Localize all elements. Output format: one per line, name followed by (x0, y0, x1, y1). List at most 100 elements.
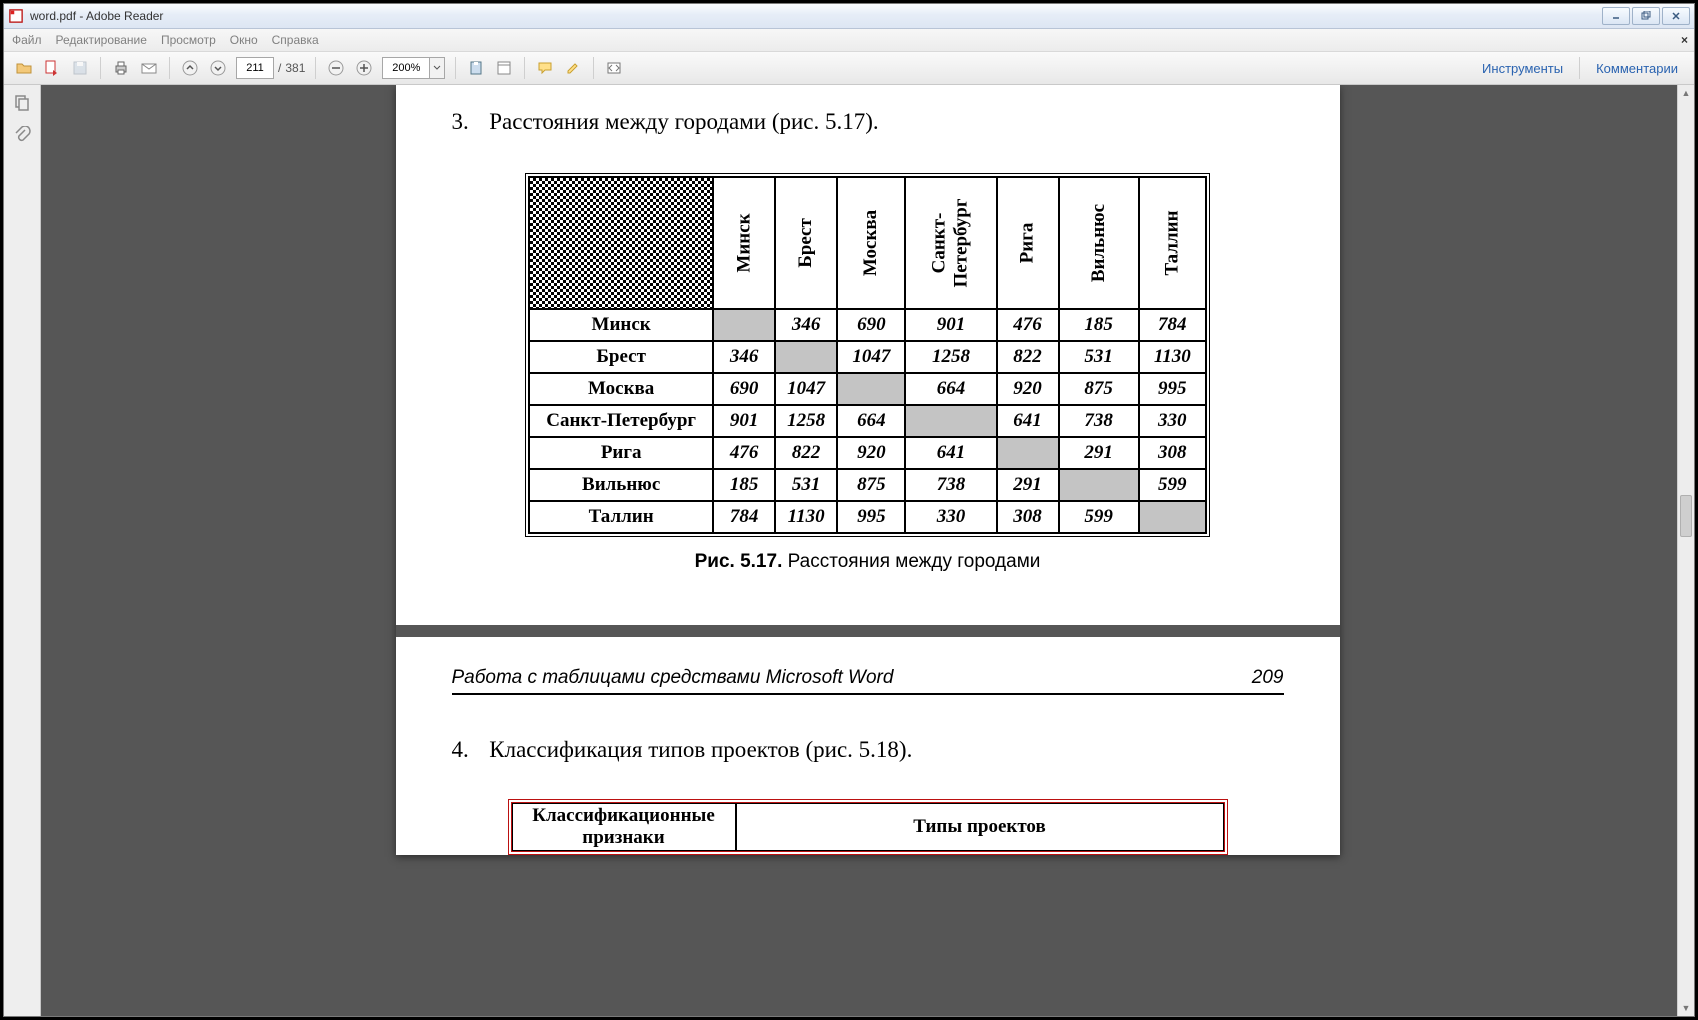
page-input[interactable] (236, 57, 274, 79)
table-cell: 330 (905, 501, 996, 533)
menu-help[interactable]: Справка (272, 33, 319, 47)
table-cell (1139, 501, 1206, 533)
runner-title: Работа с таблицами средствами Microsoft … (452, 667, 894, 689)
row-header: Санкт-Петербург (529, 405, 713, 437)
table-cell: 1047 (837, 341, 905, 373)
table-cell: 738 (905, 469, 996, 501)
menu-window[interactable]: Окно (230, 33, 258, 47)
close-button[interactable] (1662, 7, 1690, 25)
table-cell: 1130 (775, 501, 837, 533)
runner-page-number: 209 (1252, 667, 1284, 689)
app-icon (8, 8, 24, 24)
zoom-dropdown[interactable] (430, 57, 445, 79)
save-copy-button[interactable] (464, 56, 488, 80)
table-cell: 531 (775, 469, 837, 501)
distance-table: МинскБрестМоскваСанкт- ПетербургРигаВиль… (525, 173, 1210, 537)
table-518-wrap: Классификационные признаки Типы проектов (452, 799, 1284, 855)
page-down-button[interactable] (206, 56, 230, 80)
toolbar-right: Инструменты Комментарии (1472, 57, 1688, 79)
open-button[interactable] (12, 56, 36, 80)
column-header: Вильнюс (1059, 177, 1139, 309)
table-cell: 599 (1139, 469, 1206, 501)
vertical-scrollbar[interactable]: ▲ ▼ (1677, 85, 1694, 1016)
tools-link[interactable]: Инструменты (1482, 61, 1563, 76)
maximize-button[interactable] (1632, 7, 1660, 25)
page-viewport[interactable]: 3. Расстояния между городами (рис. 5.17)… (41, 85, 1694, 1016)
item-text: Классификация типов проектов (рис. 5.18)… (489, 737, 912, 762)
table-cell: 784 (713, 501, 775, 533)
item-number: 4. (452, 737, 484, 763)
row-header: Вильнюс (529, 469, 713, 501)
page-total: 381 (285, 61, 305, 75)
table-cell: 330 (1139, 405, 1206, 437)
save-button[interactable] (68, 56, 92, 80)
email-button[interactable] (137, 56, 161, 80)
zoom-box (382, 57, 445, 79)
page-up-button[interactable] (178, 56, 202, 80)
menu-view[interactable]: Просмотр (161, 33, 216, 47)
classification-table: Классификационные признаки Типы проектов (508, 799, 1228, 855)
page-number-box: / 381 (236, 57, 305, 79)
table-cell: 995 (1139, 373, 1206, 405)
item-number: 3. (452, 109, 484, 135)
table-cell: 822 (775, 437, 837, 469)
table-cell: 784 (1139, 309, 1206, 341)
table-cell: 476 (713, 437, 775, 469)
page-gap (396, 625, 1340, 637)
app-window: word.pdf - Adobe Reader Файл Редактирова… (3, 3, 1695, 1017)
table-cell: 1047 (775, 373, 837, 405)
menu-file[interactable]: Файл (12, 33, 42, 47)
read-mode-button[interactable] (602, 56, 626, 80)
table-cell (905, 405, 996, 437)
pdf-page: 3. Расстояния между городами (рис. 5.17)… (396, 85, 1340, 855)
row-header: Брест (529, 341, 713, 373)
thumbnails-button[interactable] (10, 91, 34, 115)
work-area: 3. Расстояния между городами (рис. 5.17)… (4, 85, 1694, 1016)
item-text: Расстояния между городами (рис. 5.17). (489, 109, 878, 134)
highlight-button[interactable] (561, 56, 585, 80)
toolbar: / 381 Инструменты Комментарии (4, 52, 1694, 85)
table-cell: 690 (837, 309, 905, 341)
comment-button[interactable] (533, 56, 557, 80)
row-header: Минск (529, 309, 713, 341)
table-cell (1059, 469, 1139, 501)
table-cell: 185 (713, 469, 775, 501)
zoom-input[interactable] (382, 57, 430, 79)
doc-close-button[interactable]: × (1681, 33, 1688, 47)
comments-link[interactable]: Комментарии (1596, 61, 1678, 76)
table-cell: 641 (997, 405, 1059, 437)
table-cell: 738 (1059, 405, 1139, 437)
export-pdf-button[interactable] (40, 56, 64, 80)
scroll-up-arrow[interactable]: ▲ (1678, 85, 1694, 101)
table-cell: 599 (1059, 501, 1139, 533)
table-cell: 308 (997, 501, 1059, 533)
attachments-button[interactable] (10, 123, 34, 147)
column-header: Минск (713, 177, 775, 309)
scroll-thumb[interactable] (1680, 495, 1692, 537)
table-cell: 476 (997, 309, 1059, 341)
row-header: Рига (529, 437, 713, 469)
table-header: Типы проектов (736, 803, 1224, 851)
table-cell: 875 (1059, 373, 1139, 405)
table-cell: 822 (997, 341, 1059, 373)
table-cell (713, 309, 775, 341)
zoom-out-button[interactable] (324, 56, 348, 80)
table-cell: 875 (837, 469, 905, 501)
table-cell (775, 341, 837, 373)
print-button[interactable] (109, 56, 133, 80)
table-cell: 664 (837, 405, 905, 437)
table-cell: 185 (1059, 309, 1139, 341)
table-cell: 690 (713, 373, 775, 405)
minimize-button[interactable] (1602, 7, 1630, 25)
table-cell: 901 (905, 309, 996, 341)
column-header: Таллин (1139, 177, 1206, 309)
figure-text: Расстояния между городами (782, 551, 1040, 572)
scroll-down-arrow[interactable]: ▼ (1678, 1000, 1694, 1016)
menu-edit[interactable]: Редактирование (56, 33, 147, 47)
table-cell: 920 (837, 437, 905, 469)
table-cell: 291 (997, 469, 1059, 501)
page-sep: / (278, 61, 281, 75)
zoom-in-button[interactable] (352, 56, 376, 80)
table-cell (837, 373, 905, 405)
view-mode-button[interactable] (492, 56, 516, 80)
